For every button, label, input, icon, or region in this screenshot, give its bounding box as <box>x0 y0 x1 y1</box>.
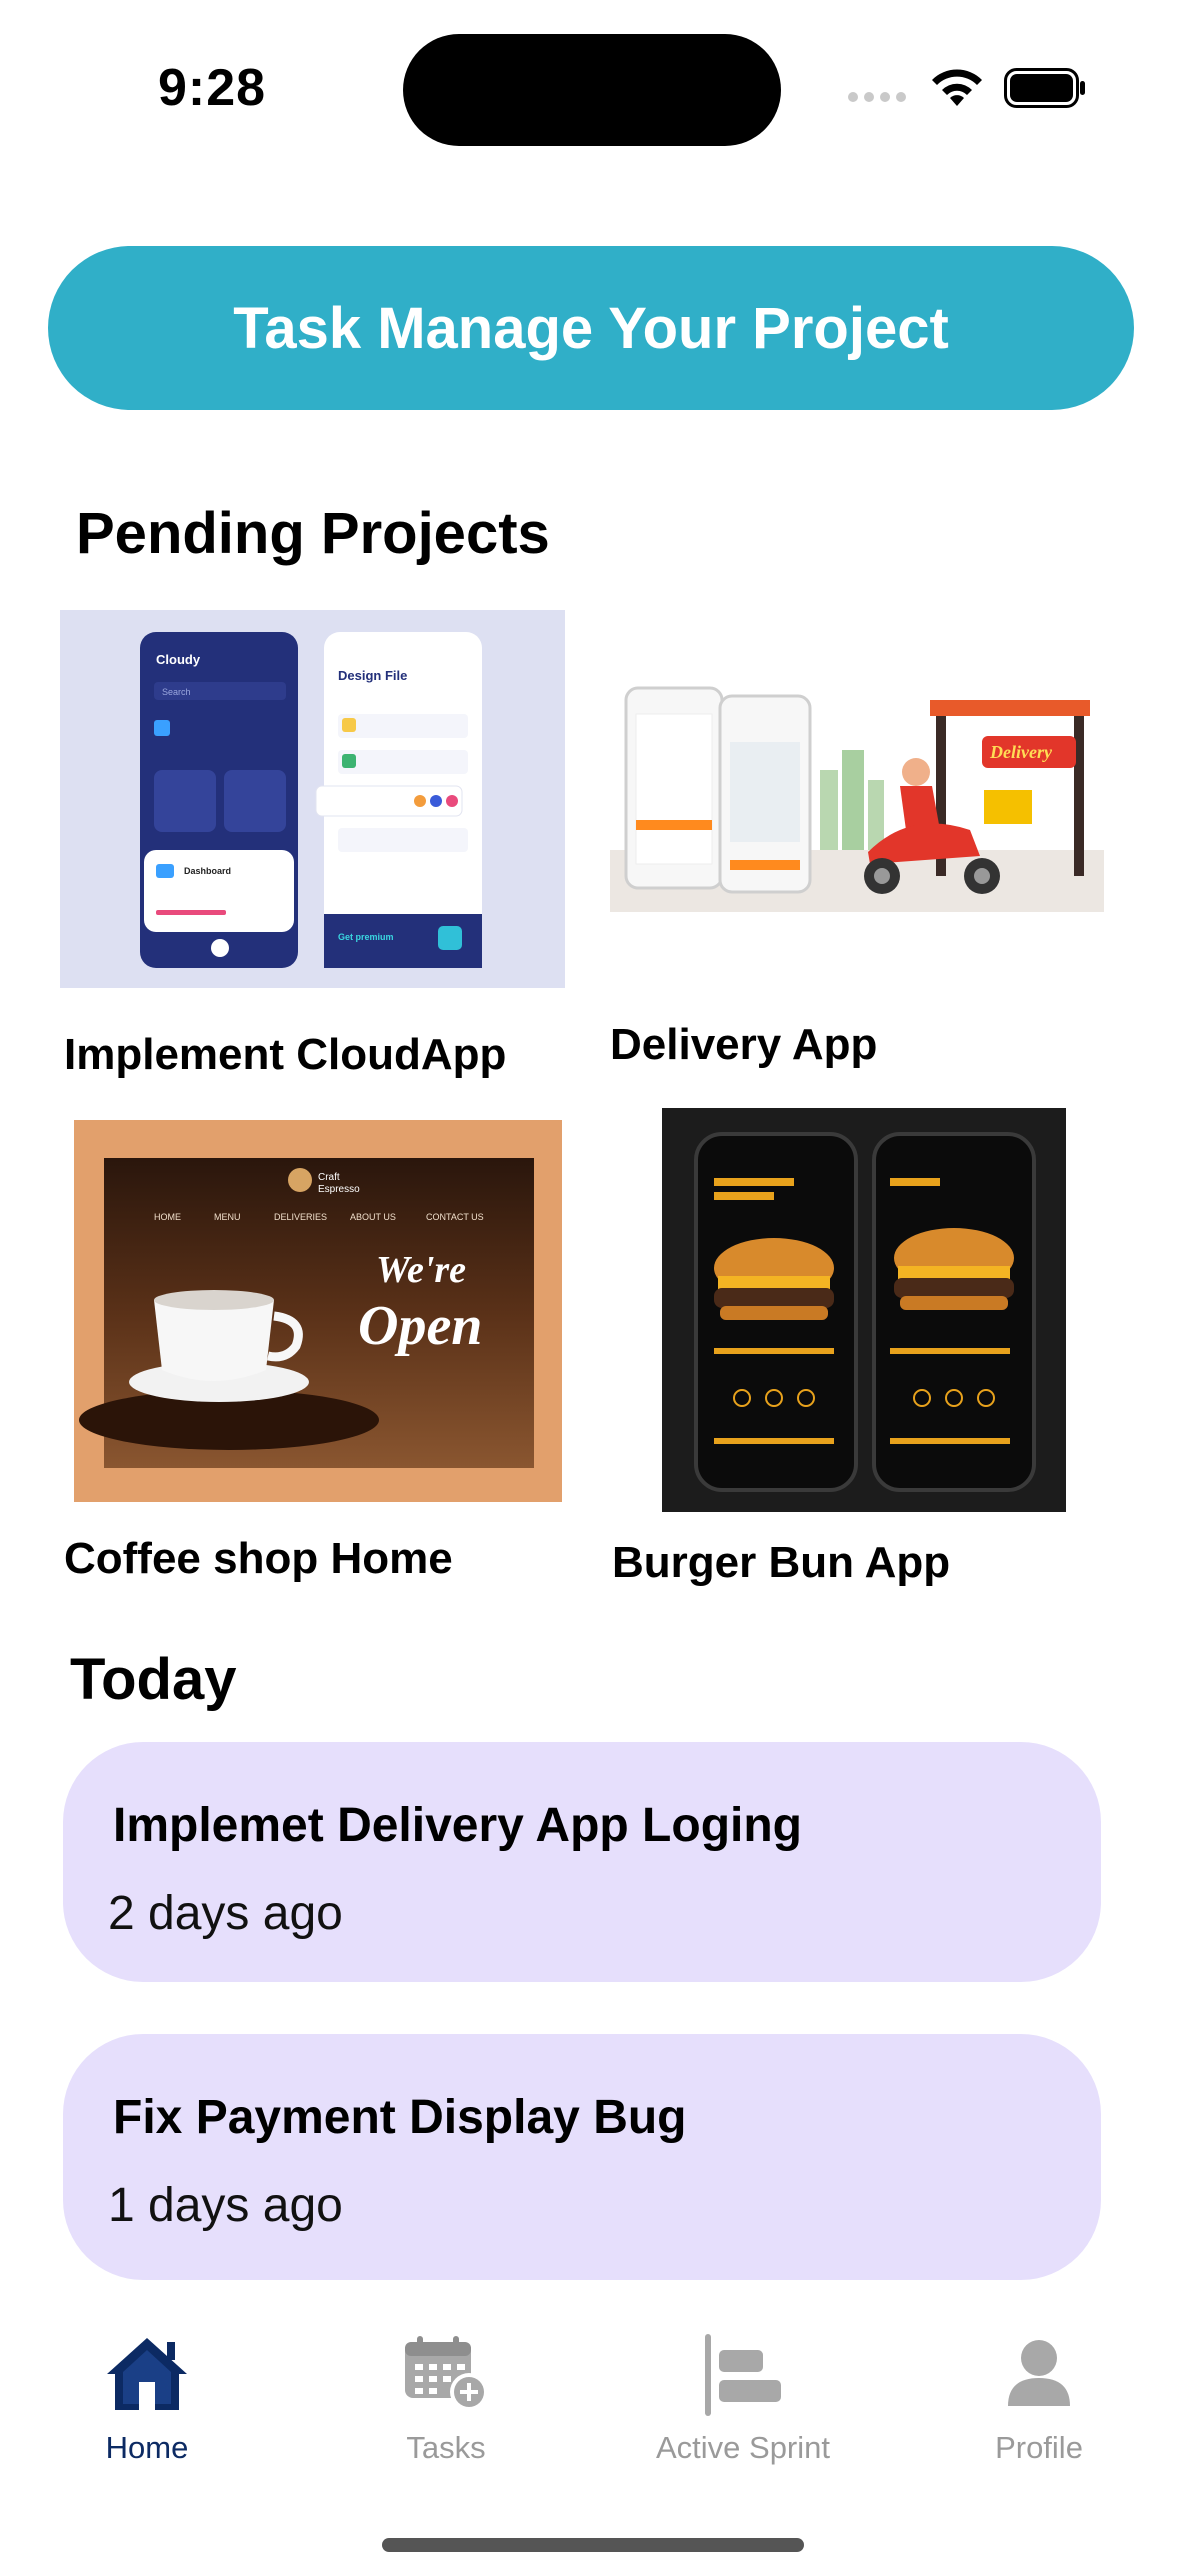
project-label-burger[interactable]: Burger Bun App <box>612 1538 950 1588</box>
pending-projects-title: Pending Projects <box>76 501 550 566</box>
tab-active-sprint[interactable]: Active Sprint <box>613 2320 873 2480</box>
menu-text: MENU <box>214 1212 241 1222</box>
header-banner[interactable]: Task Manage Your Project <box>48 246 1134 410</box>
tab-tasks[interactable]: Tasks <box>316 2320 576 2480</box>
home-icon <box>107 2338 187 2410</box>
cloudapp-mockup-illustration: Cloudy Search Dashboard Design File Get … <box>140 632 482 968</box>
task-title: Implemet Delivery App Loging <box>113 1799 802 1852</box>
project-image-burger[interactable] <box>662 1108 1066 1512</box>
project-label-cloudapp[interactable]: Implement CloudApp <box>64 1030 506 1080</box>
person-icon <box>1008 2340 1070 2406</box>
contact-us-text: CONTACT US <box>426 1212 484 1222</box>
project-label-coffee[interactable]: Coffee shop Home <box>64 1534 453 1584</box>
project-image-delivery[interactable]: Delivery <box>610 680 1104 912</box>
cellular-signal-icon <box>848 92 906 102</box>
home-indicator[interactable] <box>382 2538 804 2552</box>
craft-text: Craft <box>318 1172 340 1183</box>
cloudy-text: Cloudy <box>156 652 201 667</box>
tab-bar: Home Tasks Active Sprint Profile <box>0 2320 1179 2480</box>
tab-label: Profile <box>995 2430 1083 2465</box>
dynamic-island <box>403 34 781 146</box>
search-text: Search <box>162 687 191 697</box>
sprint-bars-icon <box>705 2334 781 2416</box>
tab-label: Home <box>105 2430 189 2465</box>
project-image-coffee[interactable]: Craft Espresso HOME MENU DELIVERIES ABOU… <box>74 1120 562 1502</box>
delivery-illustration: Delivery <box>610 686 1104 912</box>
project-image-cloudapp[interactable]: Cloudy Search Dashboard Design File Get … <box>60 610 565 988</box>
coffee-shop-illustration: Craft Espresso HOME MENU DELIVERIES ABOU… <box>79 1158 534 1468</box>
dashboard-text: Dashboard <box>184 866 231 876</box>
get-premium-text: Get premium <box>338 932 394 942</box>
task-card[interactable]: Implemet Delivery App Loging 2 days ago <box>63 1742 1101 1982</box>
espresso-text: Espresso <box>318 1184 360 1195</box>
tab-label: Tasks <box>406 2430 486 2465</box>
home-menu-text: HOME <box>154 1212 181 1222</box>
banner-title: Task Manage Your Project <box>233 295 949 361</box>
calendar-add-icon <box>405 2336 488 2411</box>
deliveries-text: DELIVERIES <box>274 1212 327 1222</box>
open-text: Open <box>358 1295 482 1357</box>
status-bar: 9:28 <box>0 0 1179 180</box>
tab-label: Active Sprint <box>655 2430 830 2465</box>
today-title: Today <box>70 1647 237 1712</box>
were-text: We're <box>376 1249 466 1291</box>
tab-home[interactable]: Home <box>17 2320 277 2480</box>
task-time: 1 days ago <box>108 2179 343 2232</box>
design-file-text: Design File <box>338 668 407 683</box>
about-us-text: ABOUT US <box>350 1212 396 1222</box>
burger-app-illustration <box>662 1108 1066 1512</box>
status-time: 9:28 <box>158 59 267 117</box>
task-time: 2 days ago <box>108 1887 343 1940</box>
delivery-sign-text: Delivery <box>989 742 1053 762</box>
task-title: Fix Payment Display Bug <box>113 2091 687 2144</box>
wifi-icon <box>932 69 982 106</box>
project-label-delivery[interactable]: Delivery App <box>610 1020 877 1070</box>
tab-profile[interactable]: Profile <box>909 2320 1169 2480</box>
battery-icon <box>1004 68 1085 108</box>
task-card[interactable]: Fix Payment Display Bug 1 days ago <box>63 2034 1101 2280</box>
